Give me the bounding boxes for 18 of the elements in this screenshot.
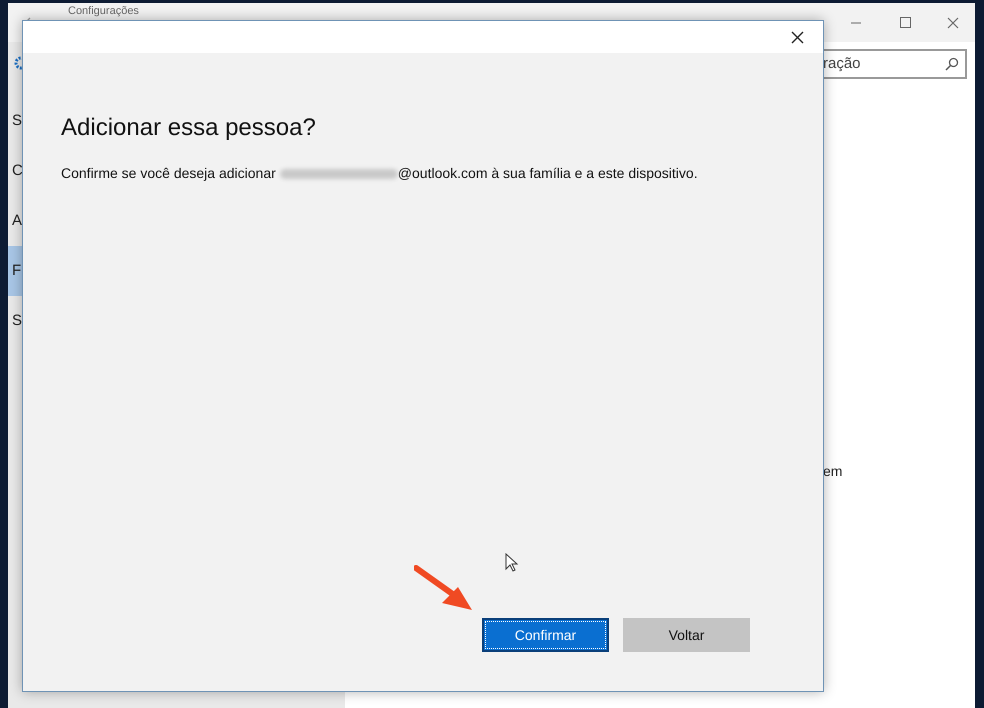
sidebar-item[interactable]: S (12, 310, 22, 332)
blurred-text-icon (280, 168, 398, 178)
back-button[interactable]: Voltar (623, 618, 750, 652)
dialog-title: Adicionar essa pessoa? (61, 113, 317, 143)
confirm-button[interactable]: Confirmar (482, 618, 609, 652)
sidebar-item[interactable]: S (12, 110, 22, 132)
message-text: Confirme se você deseja adicionar (61, 164, 276, 183)
search-icon (945, 57, 959, 71)
sidebar-item[interactable]: C (12, 160, 23, 182)
pointer-arrow-icon (414, 565, 474, 613)
maximize-icon[interactable] (900, 17, 911, 28)
window-title: Configurações (68, 6, 139, 17)
sidebar-item[interactable]: A (12, 210, 22, 232)
sidebar-item[interactable]: F (12, 260, 22, 282)
content-text: em (823, 462, 842, 481)
message-text: @outlook.com à sua família e a este dispositivo. (398, 164, 698, 183)
mouse-cursor-icon (505, 553, 519, 573)
close-icon[interactable] (791, 30, 804, 44)
